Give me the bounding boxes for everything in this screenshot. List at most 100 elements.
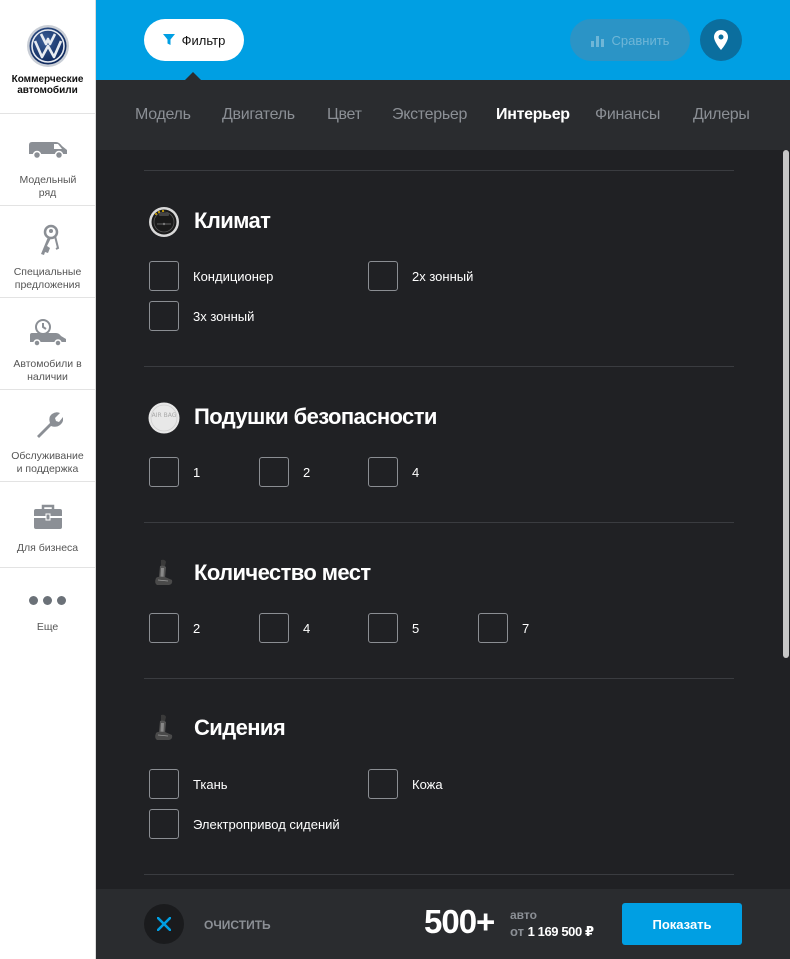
sidebar-item-service[interactable]: Обслуживание и поддержка	[0, 390, 95, 482]
keys-icon	[26, 224, 70, 258]
tab-dealers[interactable]: Дилеры	[693, 106, 750, 124]
checkbox-label: 2	[303, 464, 311, 480]
clear-label[interactable]: ОЧИСТИТЬ	[204, 918, 271, 932]
divider	[144, 522, 734, 523]
tab-model[interactable]: Модель	[135, 106, 191, 124]
divider	[144, 678, 734, 679]
checkbox-ac[interactable]: Кондиционер	[149, 261, 273, 291]
filter-tabs: Модель Двигатель Цвет Экстерьер Интерьер…	[96, 80, 790, 150]
checkbox-label: Ткань	[193, 776, 228, 792]
sidebar-item-models[interactable]: Модельный ряд	[0, 114, 95, 206]
checkbox-airbags-4[interactable]: 4	[368, 457, 419, 487]
checkbox-label: 1	[193, 464, 201, 480]
checkbox-seats-5[interactable]: 5	[368, 613, 419, 643]
divider	[144, 874, 734, 875]
bar-chart-icon	[590, 35, 604, 47]
sidebar-item-label: Специальные предложения	[13, 266, 82, 291]
sidebar-item-label: Обслуживание и поддержка	[11, 450, 84, 475]
briefcase-icon	[26, 500, 70, 534]
results-count: 500+	[424, 903, 495, 940]
checkbox-box[interactable]	[259, 457, 289, 487]
results-unit: авто	[510, 908, 537, 922]
checkbox-seats-7[interactable]: 7	[478, 613, 529, 643]
checkbox-seats-4[interactable]: 4	[259, 613, 310, 643]
tab-color[interactable]: Цвет	[327, 106, 362, 124]
more-dots-icon	[29, 596, 66, 605]
sidebar-item-label: Еще	[36, 621, 59, 633]
checkbox-label: Кондиционер	[193, 268, 274, 284]
checkbox-airbags-1[interactable]: 1	[149, 457, 200, 487]
checkbox-label: 2х зонный	[412, 268, 474, 284]
checkbox-box[interactable]	[368, 261, 398, 291]
checkbox-box[interactable]	[368, 613, 398, 643]
scrollbar-thumb[interactable]	[783, 150, 789, 658]
section-title-seats-count: Количество мест	[194, 560, 371, 585]
brand-name: Коммерческие автомобили	[11, 74, 84, 96]
van-icon	[26, 132, 70, 166]
price-value: 1 169 500 ₽	[527, 924, 594, 939]
compare-button[interactable]: Сравнить	[570, 19, 690, 61]
tab-engine[interactable]: Двигатель	[222, 106, 295, 124]
top-bar: Фильтр Сравнить	[96, 0, 790, 81]
filter-panel: Климат Кондиционер 2х зонный 3х зонный A…	[96, 150, 790, 889]
section-title-airbags: Подушки безопасности	[194, 404, 437, 429]
checkbox-box[interactable]	[149, 809, 179, 839]
airbag-icon: AIR BAG	[148, 402, 180, 434]
checkbox-box[interactable]	[149, 301, 179, 331]
checkbox-box[interactable]	[149, 261, 179, 291]
seat-icon	[155, 714, 173, 740]
sidebar-item-business[interactable]: Для бизнеса	[0, 482, 95, 568]
map-pin-icon	[714, 30, 728, 50]
seat-icon	[155, 559, 173, 585]
checkbox-box[interactable]	[149, 613, 179, 643]
climate-control-icon	[149, 207, 179, 237]
sidebar-item-special-offers[interactable]: Специальные предложения	[0, 206, 95, 298]
brand-logo-block[interactable]: Коммерческие автомобили	[0, 0, 95, 114]
checkbox-box[interactable]	[368, 457, 398, 487]
filter-label: Фильтр	[181, 32, 226, 48]
results-bar: ОЧИСТИТЬ 500+ авто от 1 169 500 ₽ Показа…	[96, 889, 790, 959]
price-prefix: от	[510, 924, 524, 939]
checkbox-2-zone[interactable]: 2х зонный	[368, 261, 473, 291]
sidebar: Коммерческие автомобили Модельный ряд Сп…	[0, 0, 96, 959]
section-title-climate: Климат	[194, 208, 271, 233]
sidebar-item-label: Для бизнеса	[16, 542, 79, 554]
tab-interior[interactable]: Интерьер	[496, 106, 570, 124]
price-from: от 1 169 500 ₽	[510, 924, 594, 940]
checkbox-box[interactable]	[149, 457, 179, 487]
clear-button[interactable]	[144, 904, 184, 944]
funnel-icon	[162, 34, 175, 45]
checkbox-airbags-2[interactable]: 2	[259, 457, 310, 487]
scrollbar[interactable]	[782, 150, 790, 889]
location-button[interactable]	[700, 19, 742, 61]
show-button[interactable]: Показать	[622, 903, 742, 945]
checkbox-label: 4	[412, 464, 420, 480]
checkbox-box[interactable]	[259, 613, 289, 643]
checkbox-label: 3х зонный	[193, 308, 255, 324]
checkbox-seats-2[interactable]: 2	[149, 613, 200, 643]
close-icon	[157, 917, 171, 931]
filter-button[interactable]: Фильтр	[144, 19, 244, 61]
checkbox-label: 7	[522, 620, 530, 636]
checkbox-box[interactable]	[478, 613, 508, 643]
checkbox-label: Электропривод сидений	[193, 816, 340, 832]
sidebar-item-more[interactable]: Еще	[0, 568, 95, 660]
car-clock-icon	[26, 316, 70, 350]
divider	[144, 366, 734, 367]
checkbox-label: 2	[193, 620, 201, 636]
checkbox-leather[interactable]: Кожа	[368, 769, 443, 799]
tab-exterior[interactable]: Экстерьер	[392, 106, 467, 124]
checkbox-box[interactable]	[368, 769, 398, 799]
checkbox-fabric[interactable]: Ткань	[149, 769, 228, 799]
checkbox-power-seats[interactable]: Электропривод сидений	[149, 809, 340, 839]
compare-label: Сравнить	[611, 32, 670, 48]
checkbox-3-zone[interactable]: 3х зонный	[149, 301, 254, 331]
checkbox-label: 5	[412, 620, 420, 636]
tab-finance[interactable]: Финансы	[595, 106, 660, 124]
checkbox-box[interactable]	[149, 769, 179, 799]
svg-text:AIR BAG: AIR BAG	[152, 412, 177, 419]
checkbox-label: 4	[303, 620, 311, 636]
sidebar-item-in-stock[interactable]: Автомобили в наличии	[0, 298, 95, 390]
divider	[144, 170, 734, 171]
sidebar-item-label: Автомобили в наличии	[13, 358, 82, 383]
